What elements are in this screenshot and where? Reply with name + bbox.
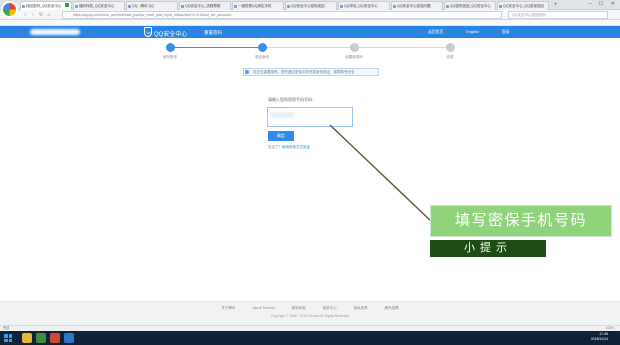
forward-icon[interactable]: ›	[30, 12, 36, 18]
app-taskbar-icon[interactable]	[64, 333, 74, 343]
callout-pointer-line	[329, 124, 433, 223]
info-icon	[245, 70, 249, 74]
help-prefix: 忘记了？	[268, 145, 282, 149]
browser-tab[interactable]: QQ安全中心密码找回	[285, 1, 337, 10]
blurred-input-content	[270, 112, 294, 118]
app-taskbar-icon[interactable]	[50, 333, 60, 343]
step-3-dot	[350, 43, 359, 52]
back-icon[interactable]: ‹	[22, 12, 28, 18]
start-icon[interactable]	[4, 334, 12, 342]
browser-tab[interactable]: QQ安全中心_QQ密保找回	[497, 1, 549, 10]
search-input[interactable]: QQ安全中心找回密码	[508, 11, 608, 19]
browser-tab[interactable]: QQ - 腾讯 QQ	[126, 1, 178, 10]
secure-lock-icon	[65, 3, 69, 7]
system-clock[interactable]: 17:45 2018/11/24	[591, 332, 608, 342]
step-2-label: 验证身份	[255, 55, 269, 59]
new-tab-icon[interactable]: +	[552, 2, 559, 9]
footer-link[interactable]: 关于腾讯	[221, 306, 235, 310]
callout-tip: 小提示	[430, 240, 546, 257]
file-explorer-icon[interactable]	[22, 333, 32, 343]
callout-fill-phone: 填写密保手机号码	[430, 205, 612, 237]
footer	[0, 301, 620, 325]
browser-tab[interactable]: 福利特权_QQ安全中心	[73, 1, 125, 10]
footer-links: 关于腾讯 About Tencent 服务条款 客服中心 隐私政策 腾讯招聘	[0, 306, 620, 311]
copyright: Copyright © 1998 - 2018 Tencent All Righ…	[270, 314, 350, 318]
browser-taskbar-icon[interactable]	[36, 333, 46, 343]
notice-banner: 您正在重置密码，请先通过密保手机完成身份验证，保障账号安全	[243, 68, 379, 76]
phone-field-label: 请输入您的密保手机号码：	[268, 97, 316, 102]
progress-track-done	[175, 47, 263, 48]
footer-link[interactable]: 隐私政策	[354, 306, 368, 310]
status-text: 完成	[3, 326, 10, 330]
step-4-dot	[446, 43, 455, 52]
address-bar[interactable]: https://aq.qq.com/v2/uv_aq/html/reset_pw…	[62, 11, 502, 19]
confirm-button[interactable]: 确定	[268, 131, 294, 141]
footer-link[interactable]: 服务条款	[292, 306, 306, 310]
step-3-label: 设置新密码	[345, 55, 363, 59]
browser-tab[interactable]: QQ安全中心密保问题	[391, 1, 443, 10]
header-link-login[interactable]: 登录	[502, 30, 510, 34]
step-1-dot	[166, 43, 175, 52]
footer-link[interactable]: 腾讯招聘	[385, 306, 399, 310]
step-2-dot	[258, 43, 267, 52]
browser-tab[interactable]: QQ申诉_QQ安全中心	[338, 1, 390, 10]
window-controls[interactable]: – ☐ ✕	[589, 1, 618, 7]
shield-icon	[144, 27, 152, 37]
browser-toolbar: ‹ › ↻ ⌂ https://aq.qq.com/v2/uv_aq/html/…	[0, 10, 620, 20]
home-icon[interactable]: ⌂	[46, 12, 52, 18]
browser-tab-strip: 找回密码_QQ安全中心 福利特权_QQ安全中心 QQ - 腾讯 QQ QQ安全中…	[0, 0, 620, 10]
page-subtitle: 重置密码	[204, 29, 222, 35]
clock-date: 2018/11/24	[590, 337, 608, 341]
browser-tab[interactable]: QQ密码找回_QQ安全中心	[444, 1, 496, 10]
step-1-label: 填写账号	[163, 55, 177, 59]
blurred-account	[30, 29, 80, 35]
help-text: 忘记了？使用其他方式验证	[268, 145, 310, 150]
alternate-verify-link[interactable]: 使用其他方式验证	[282, 145, 310, 149]
browser-logo-icon[interactable]	[1, 1, 18, 18]
refresh-icon[interactable]: ↻	[38, 12, 44, 18]
header-link-english[interactable]: English	[466, 30, 478, 34]
footer-link[interactable]: 客服中心	[323, 306, 337, 310]
header-links: 返回首页 English 登录	[428, 30, 531, 35]
header-link-home[interactable]: 返回首页	[428, 30, 443, 34]
step-4-label: 完成	[446, 55, 454, 59]
footer-link[interactable]: About Tencent	[252, 306, 274, 310]
browser-tab[interactable]: 一键查看QQ绑定手机	[232, 1, 284, 10]
taskbar: 17:45 2018/11/24	[0, 331, 620, 345]
browser-tab[interactable]: QQ安全中心_流程帮助	[179, 1, 231, 10]
brand-title[interactable]: QQ安全中心	[154, 29, 187, 38]
